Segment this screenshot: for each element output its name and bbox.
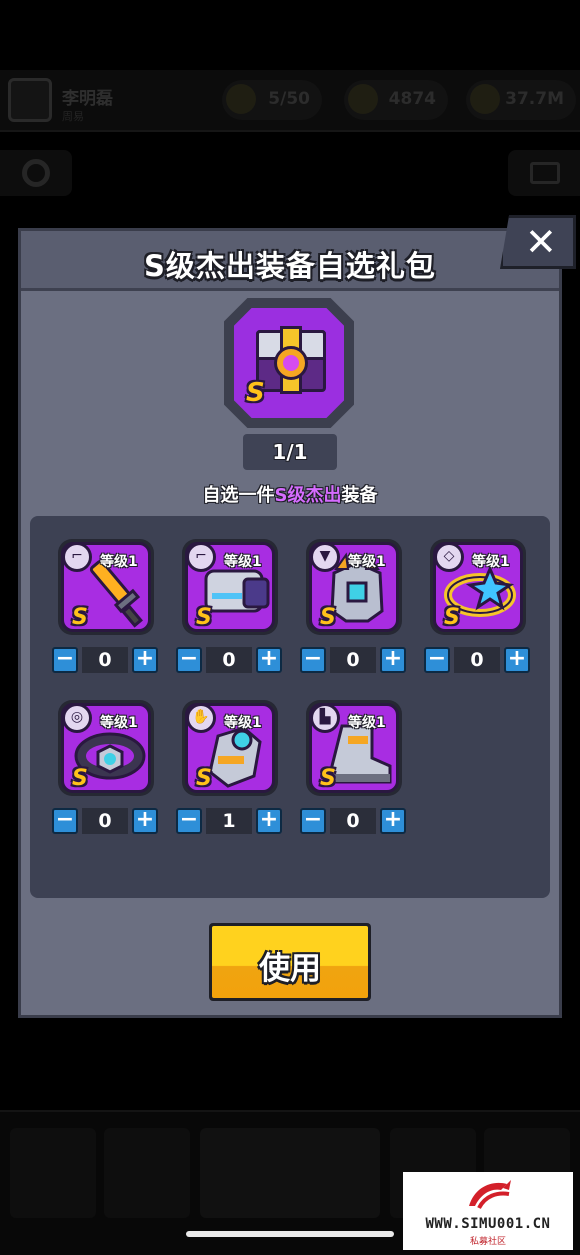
quantity-value: 0	[206, 647, 252, 673]
watermark-text: WWW.SIMU001.CN	[425, 1216, 551, 1232]
item-grade-letter: S	[72, 766, 88, 791]
watermark-logo-icon	[469, 1180, 511, 1210]
gem-icon	[348, 84, 378, 114]
gun-icon: ⌐	[186, 542, 216, 572]
gold-counter: 37.7M	[466, 80, 576, 120]
close-icon: ✕	[525, 220, 557, 264]
gun-icon: ⌐	[62, 542, 92, 572]
equipment-card: ⌐ 等级1 S	[61, 542, 151, 632]
stamina-icon	[226, 84, 256, 114]
quantity-stepper: −1 +	[176, 808, 282, 834]
item-level: 等级1	[100, 554, 138, 570]
minus-button[interactable]: −	[176, 808, 202, 834]
item-grade-letter: S	[320, 605, 336, 630]
dialog-title: S级杰出装备自选礼包	[144, 249, 436, 283]
mail-icon	[530, 162, 560, 184]
equipment-item-armor[interactable]: ▼ 等级1 S	[306, 539, 402, 635]
quantity-value: 0	[82, 808, 128, 834]
quantity-stepper: −0 +	[176, 647, 282, 673]
belt-icon: ◎	[62, 703, 92, 733]
plus-button[interactable]: +	[256, 808, 282, 834]
equipment-item-ring[interactable]: ◇ 等级1 S	[430, 539, 526, 635]
minus-button[interactable]: −	[52, 647, 78, 673]
equipment-item-glove[interactable]: ✋ 等级1 S	[182, 700, 278, 796]
mail-button[interactable]	[508, 150, 580, 196]
dialog-title-bar: S级杰出装备自选礼包	[21, 231, 559, 291]
use-button-label: 使用	[259, 951, 321, 987]
minus-button[interactable]: −	[176, 647, 202, 673]
chest-grade-letter: S	[246, 378, 265, 408]
equipment-card: ⌐ 等级1 S	[185, 542, 275, 632]
close-button[interactable]: ✕	[500, 215, 576, 269]
equipment-item-weapon[interactable]: ⌐ 等级1 S	[58, 539, 154, 635]
item-grade-letter: S	[196, 766, 212, 791]
watermark: WWW.SIMU001.CN 私募社区	[403, 1172, 573, 1250]
nav-tab-battle[interactable]	[200, 1128, 380, 1218]
quantity-stepper: −0 +	[52, 808, 158, 834]
equipment-card: ◎ 等级1 S	[61, 703, 151, 793]
plus-button[interactable]: +	[132, 808, 158, 834]
minus-button[interactable]: −	[52, 808, 78, 834]
item-grade-letter: S	[320, 766, 336, 791]
item-level: 等级1	[224, 715, 262, 731]
quantity-stepper: −0 +	[52, 647, 158, 673]
player-name: 李明磊	[62, 89, 113, 109]
item-level: 等级1	[472, 554, 510, 570]
top-status-bar: 李明磊 周易 5/50 4874 37.7M	[0, 70, 580, 132]
watermark-subtext: 私募社区	[469, 1237, 506, 1247]
pack-count-box: 1/1	[243, 434, 337, 470]
equipment-card: ◇ 等级1 S	[433, 542, 523, 632]
nav-tab-shop[interactable]	[10, 1128, 96, 1218]
plus-button[interactable]: +	[380, 808, 406, 834]
minus-button[interactable]: −	[300, 647, 326, 673]
quantity-stepper: −0 +	[300, 647, 406, 673]
quantity-stepper: −0 +	[424, 647, 530, 673]
plus-button[interactable]: +	[256, 647, 282, 673]
use-button[interactable]: 使用	[209, 923, 371, 1001]
equipment-card: ▼ 等级1 S	[309, 542, 399, 632]
dialog-subtitle: 自选一件S级杰出装备	[202, 485, 378, 506]
equipment-item-boots[interactable]: ▙ 等级1 S	[306, 700, 402, 796]
equipment-item-weapon[interactable]: ⌐ 等级1 S	[182, 539, 278, 635]
quantity-value: 0	[330, 808, 376, 834]
settings-button[interactable]	[0, 150, 72, 196]
quantity-value: 1	[206, 808, 252, 834]
chest-lock	[274, 346, 308, 380]
item-grade-letter: S	[72, 605, 88, 630]
item-level: 等级1	[100, 715, 138, 731]
boot-icon: ▙	[310, 703, 340, 733]
subtitle-highlight: S级杰出	[274, 485, 342, 506]
quantity-value: 0	[82, 647, 128, 673]
plus-button[interactable]: +	[132, 647, 158, 673]
ring-icon: ◇	[434, 542, 464, 572]
gear-icon	[22, 159, 50, 187]
item-level: 等级1	[348, 715, 386, 731]
gem-counter: 4874	[344, 80, 448, 120]
pack-count: 1/1	[272, 440, 308, 464]
plus-button[interactable]: +	[380, 647, 406, 673]
stamina-counter: 5/50	[222, 80, 322, 120]
plus-button[interactable]: +	[504, 647, 530, 673]
player-subtitle: 周易	[62, 110, 84, 123]
minus-button[interactable]: −	[300, 808, 326, 834]
quantity-stepper: −0 +	[300, 808, 406, 834]
item-grade-letter: S	[196, 605, 212, 630]
nav-tab-equipment[interactable]	[104, 1128, 190, 1218]
item-level: 等级1	[224, 554, 262, 570]
equipment-card: ▙ 等级1 S	[309, 703, 399, 793]
quantity-value: 0	[330, 647, 376, 673]
item-level: 等级1	[348, 554, 386, 570]
avatar[interactable]	[8, 78, 52, 122]
quantity-value: 0	[454, 647, 500, 673]
equipment-item-belt[interactable]: ◎ 等级1 S	[58, 700, 154, 796]
minus-button[interactable]: −	[424, 647, 450, 673]
equipment-card: ✋ 等级1 S	[185, 703, 275, 793]
item-grade-letter: S	[444, 605, 460, 630]
gold-coin-icon	[470, 84, 500, 114]
home-indicator[interactable]	[186, 1231, 394, 1237]
glove-icon: ✋	[186, 703, 216, 733]
shirt-icon: ▼	[310, 542, 340, 572]
